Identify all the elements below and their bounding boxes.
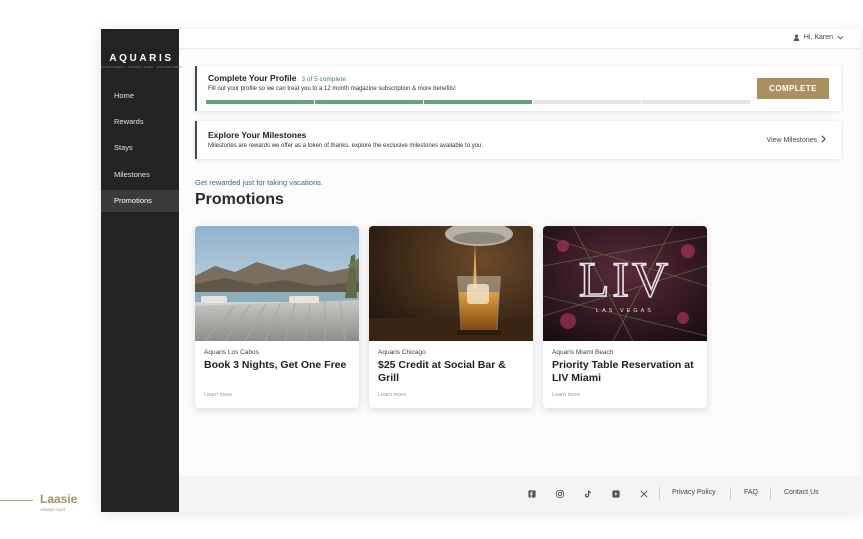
chevron-down-icon [837, 35, 844, 40]
page-title: Promotions [195, 191, 284, 208]
tiktok-icon[interactable] [583, 489, 593, 499]
profile-description: Fill out your profile so we can treat yo… [208, 86, 456, 92]
profile-card-title: Complete Your Profile 3 of 5 complete [208, 73, 346, 83]
promo-card-chicago[interactable]: Aquaris Chicago $25 Credit at Social Bar… [369, 226, 533, 408]
sidebar-item-rewards[interactable]: Rewards [101, 111, 179, 133]
progress-segment-complete [424, 100, 532, 104]
promo-location: Aquaris Chicago [378, 349, 426, 356]
promo-card-los-cabos[interactable]: Aquaris Los Cabos Book 3 Nights, Get One… [195, 226, 359, 408]
x-icon[interactable] [639, 489, 649, 499]
sidebar-item-milestones[interactable]: Milestones [101, 164, 179, 186]
laasie-watermark: Laasie Always loyal. [40, 492, 77, 512]
faq-link[interactable]: FAQ [744, 489, 758, 496]
promotions-tagline: Get rewarded just for taking vacations. [195, 178, 323, 187]
sidebar-item-home[interactable]: Home [101, 85, 179, 107]
user-icon [793, 34, 800, 41]
watermark-line [0, 500, 33, 501]
profile-progress-bar [206, 100, 750, 104]
progress-segment-incomplete [533, 100, 641, 104]
progress-segment-complete [206, 100, 314, 104]
liv-logo-subtext: LAS VEGAS [596, 308, 654, 314]
footer-divider [659, 487, 660, 500]
footer-divider [730, 487, 731, 500]
promo-image-chicago [369, 226, 533, 341]
liv-logo-text: LIV [579, 251, 671, 307]
instagram-icon[interactable] [555, 489, 565, 499]
footer-divider [770, 487, 771, 500]
top-bar: Hi, Karen [179, 29, 860, 49]
brand-subtitle: ACCESS EVERY · CONNECT EVERY · EXPLORE E… [101, 66, 183, 69]
promo-title: $25 Credit at Social Bar & Grill [378, 359, 506, 384]
sidebar-item-promotions[interactable]: Promotions [101, 189, 179, 212]
chevron-right-icon [821, 135, 826, 145]
youtube-icon[interactable] [611, 489, 621, 499]
promo-title: Priority Table Reservation at LIV Miami [552, 359, 694, 384]
promo-image-liv: LIV LAS VEGAS [543, 226, 707, 341]
brand-logo[interactable]: AQUARIS ACCESS EVERY · CONNECT EVERY · E… [101, 53, 183, 69]
sidebar-item-stays[interactable]: Stays [101, 137, 179, 159]
app-window: AQUARIS ACCESS EVERY · CONNECT EVERY · E… [101, 29, 860, 512]
sidebar-nav: Home Rewards Stays Milestones Promotions [101, 85, 179, 216]
learn-more-link[interactable]: Learn more [552, 392, 580, 398]
milestones-title: Explore Your Milestones [208, 130, 307, 140]
sidebar: AQUARIS ACCESS EVERY · CONNECT EVERY · E… [101, 29, 183, 512]
complete-profile-button[interactable]: COMPLETE [757, 78, 829, 99]
user-greeting: Hi, Karen [803, 34, 833, 41]
contact-us-link[interactable]: Contact Us [784, 489, 819, 496]
privacy-policy-link[interactable]: Privacy Policy [672, 489, 716, 496]
profile-title: Complete Your Profile [208, 73, 297, 83]
learn-more-link[interactable]: Learn more [378, 392, 406, 398]
view-milestones-label: View Milestones [766, 136, 817, 144]
view-milestones-link[interactable]: View Milestones [767, 135, 826, 145]
promo-image-los-cabos [195, 226, 359, 341]
user-menu[interactable]: Hi, Karen [793, 34, 844, 41]
milestones-card: Explore Your Milestones Milestones are r… [195, 121, 841, 159]
promo-location: Aquaris Los Cabos [204, 349, 259, 356]
profile-progress-card: Complete Your Profile 3 of 5 complete Fil… [195, 66, 841, 111]
learn-more-link[interactable]: Learn more [204, 392, 232, 398]
brand-name: AQUARIS [109, 53, 174, 64]
promo-card-miami[interactable]: LIV LAS VEGAS Aquaris Miami Beach Priori… [543, 226, 707, 408]
laasie-tagline: Always loyal. [40, 507, 67, 512]
footer: Privacy Policy FAQ Contact Us [179, 476, 860, 512]
progress-count: 3 of 5 complete [301, 76, 346, 83]
progress-segment-incomplete [642, 100, 750, 104]
progress-segment-complete [315, 100, 423, 104]
promo-title: Book 3 Nights, Get One Free [204, 359, 347, 371]
facebook-icon[interactable] [527, 489, 537, 499]
promo-location: Aquaris Miami Beach [552, 349, 614, 356]
milestones-description: Milestones are rewards we offer as a tok… [208, 143, 484, 149]
laasie-logo: Laasie [40, 492, 78, 506]
